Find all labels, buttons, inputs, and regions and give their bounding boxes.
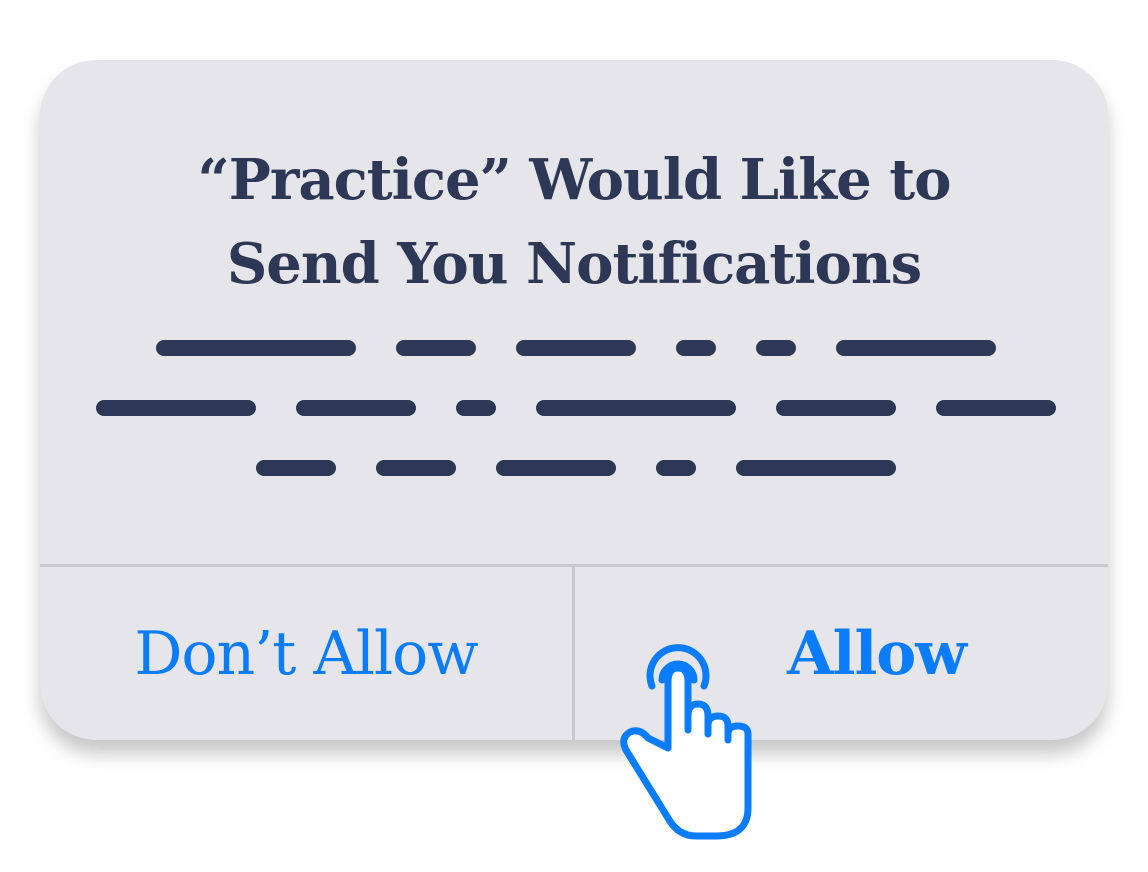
placeholder-word — [496, 460, 616, 476]
placeholder-word — [516, 340, 636, 356]
allow-label: Allow — [787, 618, 967, 689]
placeholder-word — [776, 400, 896, 416]
placeholder-word — [456, 400, 496, 416]
placeholder-word — [156, 340, 356, 356]
placeholder-word — [536, 400, 736, 416]
placeholder-word — [836, 340, 996, 356]
notification-permission-dialog: “Practice” Would Like to Send You Notifi… — [40, 60, 1108, 740]
dont-allow-label: Don’t Allow — [134, 618, 478, 689]
dialog-message-placeholder — [40, 60, 1108, 560]
placeholder-word — [96, 400, 256, 416]
placeholder-word — [936, 400, 1056, 416]
tap-hand-icon — [620, 644, 752, 840]
placeholder-word — [676, 340, 716, 356]
placeholder-word — [376, 460, 456, 476]
placeholder-word — [756, 340, 796, 356]
placeholder-word — [396, 340, 476, 356]
placeholder-word — [656, 460, 696, 476]
dont-allow-button[interactable]: Don’t Allow — [40, 567, 572, 740]
placeholder-word — [296, 400, 416, 416]
placeholder-word — [736, 460, 896, 476]
placeholder-word — [256, 460, 336, 476]
